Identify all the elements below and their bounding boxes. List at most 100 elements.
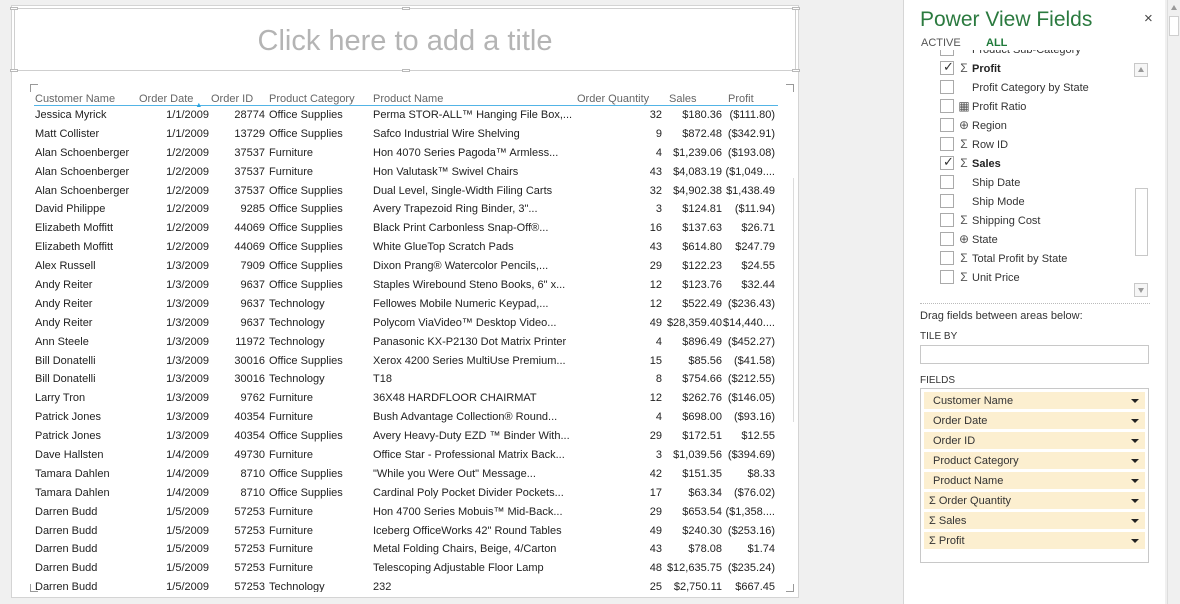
field-item[interactable]: ▦ Profit Ratio <box>920 97 1130 116</box>
close-icon[interactable]: × <box>1144 10 1153 27</box>
fields-drop-area[interactable]: Customer Name Order Date Order ID Product C… <box>920 388 1149 563</box>
table-visualization[interactable]: Customer Name Order Date ▲ Order ID Product … <box>30 84 794 592</box>
resize-handle[interactable] <box>402 7 410 10</box>
dropdown-arrow-icon[interactable] <box>1131 419 1139 423</box>
resize-handle[interactable] <box>10 7 18 10</box>
fields-well-item[interactable]: Product Category <box>924 452 1145 470</box>
field-item[interactable]: Ship Mode <box>920 192 1130 211</box>
field-checkbox[interactable]: ✓ <box>940 154 954 170</box>
field-checkbox[interactable] <box>940 137 954 151</box>
fields-well-item[interactable]: Customer Name <box>924 392 1145 410</box>
dropdown-arrow-icon[interactable] <box>1131 459 1139 463</box>
column-header[interactable]: Order Date ▲ <box>139 93 210 109</box>
table-row[interactable]: Alex Russell 1/3/2009 7909 Office Supplies D… <box>34 257 778 276</box>
tab-all[interactable]: ALL <box>986 37 1007 49</box>
table-row[interactable]: Larry Tron 1/3/2009 9762 Furniture 36X48 HAR… <box>34 389 778 408</box>
column-header[interactable]: Order ID <box>211 93 266 105</box>
field-item[interactable]: Product Sub-Category <box>920 50 1130 59</box>
field-item[interactable]: Σ Shipping Cost <box>920 211 1130 230</box>
table-scrollbar[interactable] <box>793 178 794 422</box>
field-item[interactable]: Σ Total Profit by State <box>920 249 1130 268</box>
field-checkbox[interactable] <box>940 194 954 208</box>
table-row[interactable]: David Philippe 1/2/2009 9285 Office Supplie… <box>34 200 778 219</box>
table-row[interactable]: Darren Budd 1/5/2009 57253 Furniture Metal F… <box>34 540 778 559</box>
table-row[interactable]: Patrick Jones 1/3/2009 40354 Furniture Bush … <box>34 408 778 427</box>
field-item[interactable]: Σ Row ID <box>920 135 1130 154</box>
table-row[interactable]: Bill Donatelli 1/3/2009 30016 Technology T18… <box>34 370 778 389</box>
field-checkbox[interactable] <box>940 232 954 246</box>
field-item[interactable]: ⊕ State <box>920 230 1130 249</box>
pane-scrollbar[interactable] <box>1167 0 1180 604</box>
table-row[interactable]: Alan Schoenberger 1/2/2009 37537 Office Sup… <box>34 182 778 201</box>
resize-handle[interactable] <box>402 69 410 72</box>
field-checkbox[interactable] <box>940 251 954 265</box>
field-item[interactable]: Ship Date <box>920 173 1130 192</box>
pane-scroll-thumb[interactable] <box>1169 16 1179 36</box>
table-row[interactable]: Elizabeth Moffitt 1/2/2009 44069 Office Sup… <box>34 219 778 238</box>
field-list-scroll-down-button[interactable] <box>1134 283 1148 297</box>
dropdown-arrow-icon[interactable] <box>1131 439 1139 443</box>
column-header[interactable]: Product Category <box>269 93 369 105</box>
table-row[interactable]: Patrick Jones 1/3/2009 40354 Office Supplie… <box>34 427 778 446</box>
table-row[interactable]: Alan Schoenberger 1/2/2009 37537 Furniture H… <box>34 163 778 182</box>
dropdown-arrow-icon[interactable] <box>1131 399 1139 403</box>
table-row[interactable]: Dave Hallsten 1/4/2009 49730 Furniture Offic… <box>34 446 778 465</box>
table-row[interactable]: Bill Donatelli 1/3/2009 30016 Office Suppli… <box>34 352 778 371</box>
field-list-pane: Power View Fields × ACTIVE ALL Product S… <box>903 0 1165 604</box>
field-list-scroll-thumb[interactable] <box>1135 188 1148 256</box>
column-header[interactable]: Customer Name <box>35 93 137 105</box>
field-checkbox[interactable]: ✓ <box>940 59 954 75</box>
table-row[interactable]: Andy Reiter 1/3/2009 9637 Technology Polycom… <box>34 314 778 333</box>
table-row[interactable]: Matt Collister 1/1/2009 13729 Office Suppli… <box>34 125 778 144</box>
table-row[interactable]: Andy Reiter 1/3/2009 9637 Technology Fellowe… <box>34 295 778 314</box>
resize-handle[interactable] <box>792 7 800 10</box>
tile-by-drop-area[interactable] <box>920 345 1149 364</box>
field-checkbox[interactable] <box>940 213 954 227</box>
column-header[interactable]: Order Quantity <box>577 93 657 105</box>
table-row[interactable]: Tamara Dahlen 1/4/2009 8710 Office Supplies… <box>34 484 778 503</box>
table-row[interactable]: Ann Steele 1/3/2009 11972 Technology Panason… <box>34 333 778 352</box>
table-row[interactable]: Tamara Dahlen 1/4/2009 8710 Office Supplies… <box>34 465 778 484</box>
tab-active[interactable]: ACTIVE <box>921 37 961 49</box>
fields-well-item[interactable]: Product Name <box>924 472 1145 490</box>
pane-scroll-up-button[interactable] <box>1169 2 1179 14</box>
table-row[interactable]: Darren Budd 1/5/2009 57253 Furniture Hon 470… <box>34 503 778 522</box>
column-header[interactable]: Product Name <box>373 93 573 105</box>
resize-handle[interactable] <box>792 69 800 72</box>
table-row[interactable]: Andy Reiter 1/3/2009 9637 Office Supplies St… <box>34 276 778 295</box>
column-header[interactable]: Sales <box>669 93 727 105</box>
title-textbox[interactable]: Click here to add a title <box>10 7 800 72</box>
field-checkbox[interactable] <box>940 270 954 284</box>
field-checkbox[interactable] <box>940 80 954 94</box>
table-row[interactable]: Darren Budd 1/5/2009 57253 Technology 232 25 $… <box>34 578 778 592</box>
table-cell: Xerox 4200 Series MultiUse Premium... <box>373 354 566 367</box>
pane-divider <box>920 303 1150 304</box>
fields-well-item[interactable]: Σ Sales <box>924 512 1145 530</box>
field-checkbox[interactable] <box>940 50 954 56</box>
dropdown-arrow-icon[interactable] <box>1131 519 1139 523</box>
table-row[interactable]: Jessica Myrick 1/1/2009 28774 Office Suppli… <box>34 106 778 125</box>
field-item[interactable]: Σ Unit Price <box>920 268 1130 287</box>
table-row[interactable]: Alan Schoenberger 1/2/2009 37537 Furniture H… <box>34 144 778 163</box>
fields-well-item[interactable]: Order ID <box>924 432 1145 450</box>
column-header[interactable]: Profit <box>728 93 780 105</box>
field-checkbox[interactable] <box>940 118 954 132</box>
resize-handle[interactable] <box>10 69 18 72</box>
dropdown-arrow-icon[interactable] <box>1131 539 1139 543</box>
table-row[interactable]: Darren Budd 1/5/2009 57253 Furniture Telesco… <box>34 559 778 578</box>
title-placeholder[interactable]: Click here to add a title <box>15 25 795 58</box>
fields-well-item[interactable]: Order Date <box>924 412 1145 430</box>
table-row[interactable]: Elizabeth Moffitt 1/2/2009 44069 Office Sup… <box>34 238 778 257</box>
field-checkbox[interactable] <box>940 99 954 113</box>
field-checkbox[interactable] <box>940 175 954 189</box>
dropdown-arrow-icon[interactable] <box>1131 499 1139 503</box>
fields-well-item[interactable]: Σ Order Quantity <box>924 492 1145 510</box>
field-item[interactable]: ⊕ Region <box>920 116 1130 135</box>
field-item[interactable]: Profit Category by State <box>920 78 1130 97</box>
field-item[interactable]: ✓ Σ Sales <box>920 154 1130 173</box>
dropdown-arrow-icon[interactable] <box>1131 479 1139 483</box>
fields-well-item[interactable]: Σ Profit <box>924 532 1145 550</box>
table-row[interactable]: Darren Budd 1/5/2009 57253 Furniture Iceberg… <box>34 522 778 541</box>
field-list-scroll-up-button[interactable] <box>1134 63 1148 77</box>
field-item[interactable]: ✓ Σ Profit <box>920 59 1130 78</box>
